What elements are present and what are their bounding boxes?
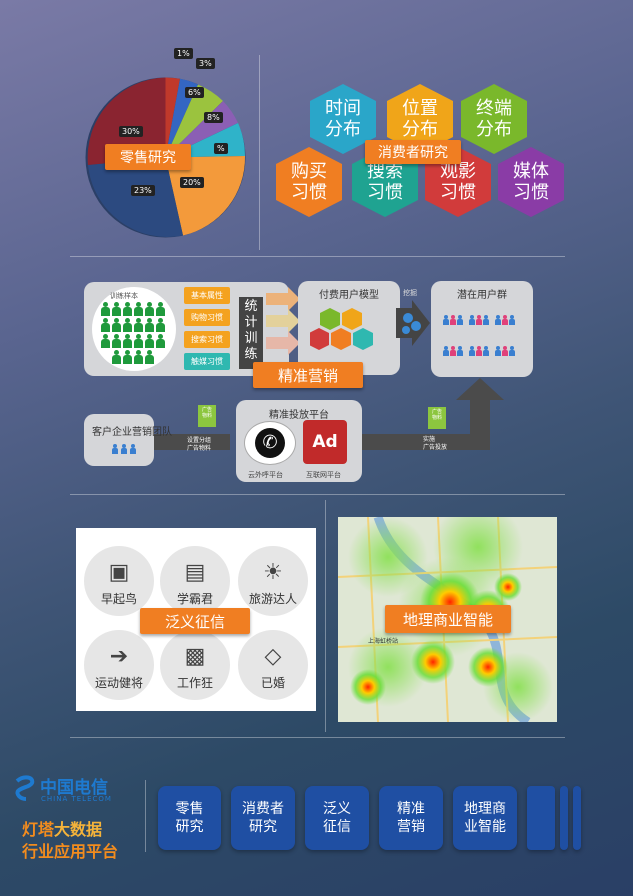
- pie-label-6: 20%: [180, 177, 204, 188]
- sample-title: 训练样本: [110, 292, 138, 300]
- cloud-phone-icon: ✆: [244, 421, 296, 465]
- telecom-logo-en: CHINA TELECOM: [41, 795, 112, 803]
- mining-label: 挖掘: [403, 289, 417, 297]
- nav-credit[interactable]: 泛义 征信: [305, 786, 369, 850]
- ad-box: Ad: [303, 420, 347, 464]
- platform-title: 精准投放平台: [269, 410, 329, 421]
- divider-1: [70, 256, 565, 257]
- nav-spacer-wide: [527, 786, 555, 850]
- nav-spacer-thin-2: [573, 786, 581, 850]
- nav-precision-marketing[interactable]: 精准 营销: [379, 786, 443, 850]
- retail-research-tag: 零售研究: [105, 144, 191, 170]
- brand-divider: [145, 780, 146, 852]
- bed-icon: ▣: [108, 560, 130, 585]
- consumer-research-tag: 消费者研究: [365, 140, 461, 164]
- treadmill-icon: ➔: [109, 644, 129, 669]
- divider-3: [70, 737, 565, 738]
- attr-media: 触媒习惯: [184, 353, 230, 370]
- brand-line1: 灯塔大数据: [22, 816, 102, 840]
- book-icon: ▤: [184, 560, 206, 585]
- credit-early-bird-label: 早起鸟: [100, 592, 137, 606]
- briefcase-icon: ▩: [184, 644, 206, 669]
- brand-bigdata: 大数据: [54, 820, 103, 839]
- team-people-icon: [112, 441, 148, 459]
- credit-traveler: ☀ 旅游达人: [238, 546, 308, 616]
- potential-title: 潜在用户群: [457, 290, 507, 301]
- credit-married: ◇ 已婚: [238, 630, 308, 700]
- hex-media-label: 媒体 习惯: [513, 161, 549, 203]
- credit-athlete: ➔ 运动健将: [84, 630, 154, 700]
- top-divider: [259, 55, 260, 250]
- map-station-label: 上海虹桥站: [368, 638, 399, 645]
- ad-material-left: 广告 物料: [198, 405, 216, 427]
- divider-2: [70, 494, 565, 495]
- telecom-logo-icon: [14, 775, 36, 801]
- nav-geo-intelligence[interactable]: 地理商 业智能: [453, 786, 517, 850]
- pie-label-1: 1%: [174, 48, 193, 59]
- stat-box: 统 计 训 练: [239, 297, 263, 369]
- credit-scholar-label: 学霸君: [176, 592, 213, 606]
- credit-athlete-label: 运动健将: [94, 676, 143, 690]
- attr-shopping: 购物习惯: [184, 309, 230, 326]
- potential-people: [443, 310, 523, 366]
- cloud-platform-label: 云外呼平台: [248, 471, 283, 479]
- attr-basic: 基本属性: [184, 287, 230, 304]
- mid-divider: [325, 500, 326, 732]
- model-title: 付费用户模型: [319, 290, 379, 301]
- diamond-icon: ◇: [264, 644, 282, 669]
- credit-married-label: 已婚: [260, 676, 285, 690]
- hex-purchase: 购买 习惯: [272, 145, 346, 219]
- pie-label-5: %: [214, 143, 228, 154]
- nav-consumer-research[interactable]: 消费者 研究: [231, 786, 295, 850]
- geo-tag: 地理商业智能: [385, 605, 511, 633]
- flow-arrows: [266, 287, 300, 355]
- model-hexagons: [310, 308, 373, 350]
- brand-dengta: 灯塔: [22, 820, 55, 839]
- palm-tree-icon: ☀: [263, 560, 283, 585]
- internet-platform-label: 互联网平台: [306, 471, 341, 479]
- delivery-note: 实施 广告投放: [423, 436, 448, 451]
- credit-workaholic-label: 工作狂: [176, 676, 213, 690]
- ad-material-right: 广告 物料: [428, 407, 446, 429]
- pie-label-2: 3%: [196, 58, 215, 69]
- pie-label-4: 8%: [204, 112, 223, 123]
- mining-arrow: [396, 300, 430, 346]
- pie-label-3: 6%: [185, 87, 204, 98]
- brand-line2: 行业应用平台: [22, 842, 119, 861]
- credit-scholar: ▤ 学霸君: [160, 546, 230, 616]
- setup-note: 设置分组 广告物料: [187, 437, 212, 452]
- credit-tag: 泛义征信: [140, 608, 250, 634]
- hex-purchase-label: 购买 习惯: [291, 161, 327, 203]
- attr-search: 搜索习惯: [184, 331, 230, 348]
- pie-label-8: 30%: [119, 126, 143, 137]
- nav-retail-research[interactable]: 零售 研究: [158, 786, 221, 850]
- team-label: 客户企业营销团队: [92, 427, 172, 438]
- credit-workaholic: ▩ 工作狂: [160, 630, 230, 700]
- nav-spacer-thin-1: [560, 786, 568, 850]
- credit-early-bird: ▣ 早起鸟: [84, 546, 154, 616]
- credit-traveler-label: 旅游达人: [248, 592, 297, 606]
- sample-people: [101, 302, 167, 364]
- pie-label-7: 23%: [131, 185, 155, 196]
- hex-media: 媒体 习惯: [494, 145, 568, 219]
